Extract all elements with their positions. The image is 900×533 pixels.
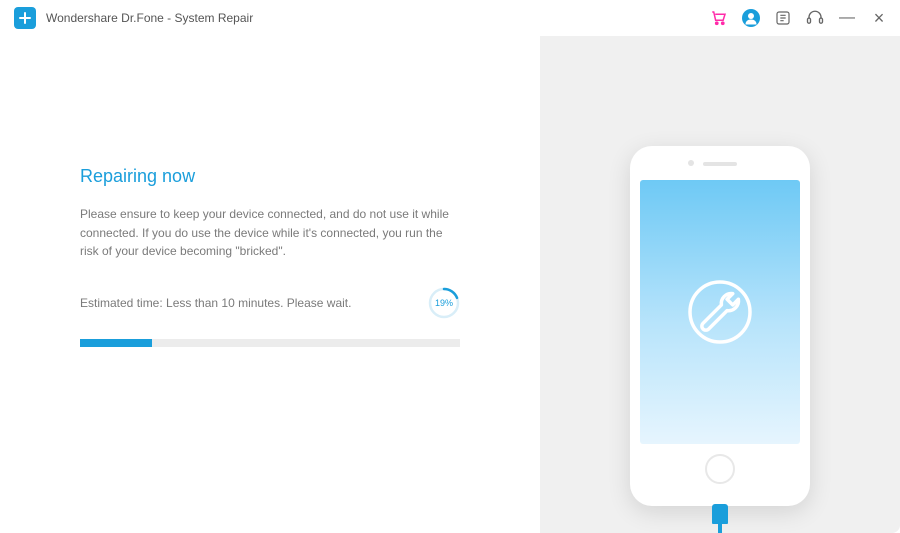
phone-speaker xyxy=(703,162,737,166)
left-pane: Repairing now Please ensure to keep your… xyxy=(0,36,540,533)
phone-camera xyxy=(688,160,694,166)
wrench-icon xyxy=(685,277,755,347)
estimate-row: Estimated time: Less than 10 minutes. Pl… xyxy=(80,287,460,319)
support-icon[interactable] xyxy=(806,9,824,27)
feedback-icon[interactable] xyxy=(774,9,792,27)
progress-bar xyxy=(80,339,460,347)
cable-wire xyxy=(718,524,722,533)
minimize-button[interactable]: — xyxy=(838,9,856,27)
account-icon[interactable] xyxy=(742,9,760,27)
phone-home-button xyxy=(705,454,735,484)
phone-illustration xyxy=(630,146,810,506)
illustration-pane xyxy=(540,36,900,533)
page-heading: Repairing now xyxy=(80,166,460,187)
progress-ring: 19% xyxy=(428,287,460,319)
cable-plug xyxy=(712,504,728,524)
progress-bar-fill xyxy=(80,339,152,347)
titlebar: Wondershare Dr.Fone - System Repair xyxy=(0,0,900,36)
cable-illustration xyxy=(712,504,728,533)
titlebar-controls: — × xyxy=(710,8,888,29)
close-button[interactable]: × xyxy=(870,8,888,29)
progress-percent-label: 19% xyxy=(428,287,460,319)
phone-screen xyxy=(640,180,800,444)
app-title: Wondershare Dr.Fone - System Repair xyxy=(46,11,710,25)
body-text: Please ensure to keep your device connec… xyxy=(80,205,460,261)
estimate-text: Estimated time: Less than 10 minutes. Pl… xyxy=(80,296,351,310)
content: Repairing now Please ensure to keep your… xyxy=(0,36,900,533)
cart-icon[interactable] xyxy=(710,9,728,27)
app-logo-icon xyxy=(14,7,36,29)
